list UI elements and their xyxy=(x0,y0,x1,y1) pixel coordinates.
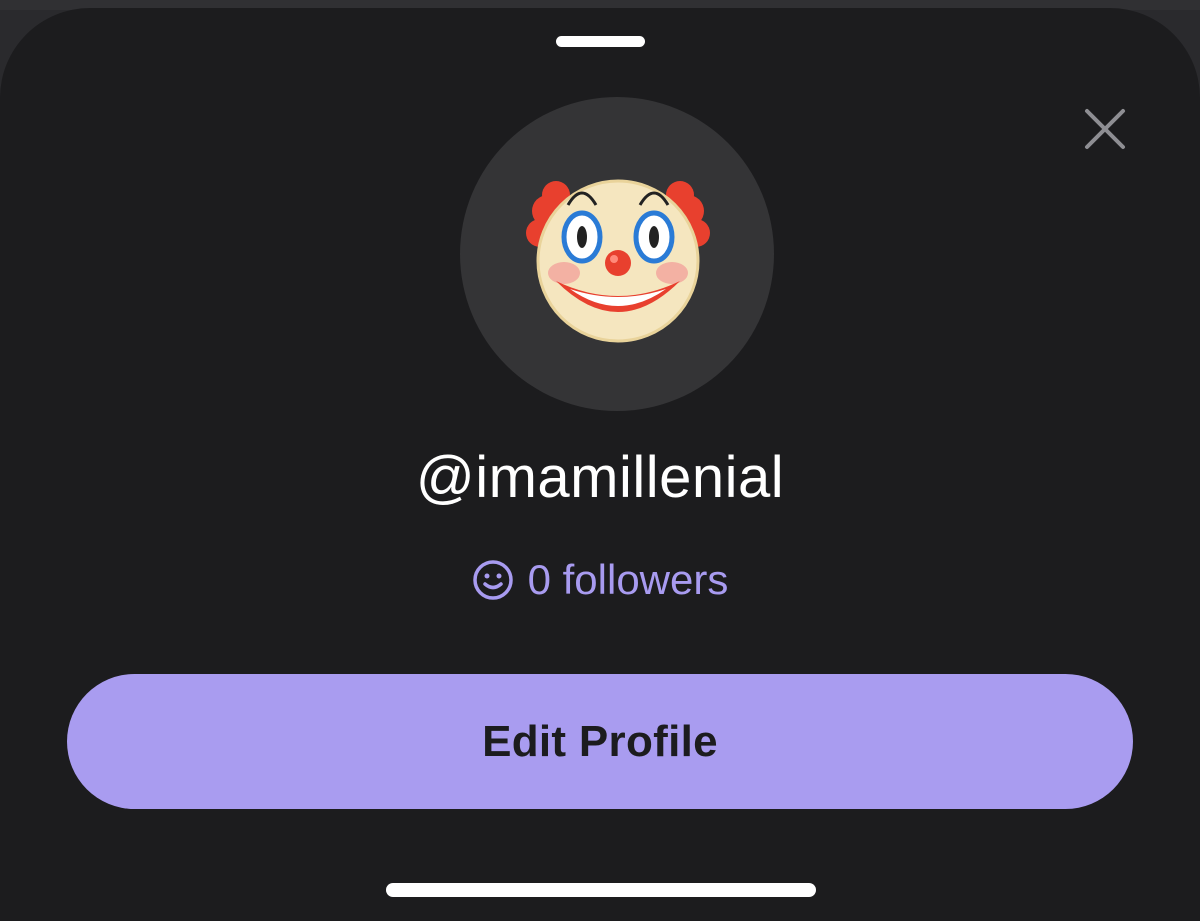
edit-profile-button[interactable]: Edit Profile xyxy=(67,674,1133,809)
followers-count[interactable]: 0 followers xyxy=(0,556,1200,604)
close-button[interactable] xyxy=(1080,104,1130,154)
avatar[interactable] xyxy=(460,97,774,411)
profile-sheet: @imamillenial 0 followers Edit Profile xyxy=(0,8,1200,921)
username: @imamillenial xyxy=(415,445,785,510)
edit-profile-label: Edit Profile xyxy=(482,716,718,766)
smiley-icon xyxy=(472,560,513,600)
close-icon xyxy=(1085,109,1125,149)
followers-label: 0 followers xyxy=(527,556,729,603)
clown-face-emoji-icon xyxy=(526,179,710,343)
home-indicator[interactable] xyxy=(386,883,816,897)
sheet-grabber-handle[interactable] xyxy=(556,36,645,47)
